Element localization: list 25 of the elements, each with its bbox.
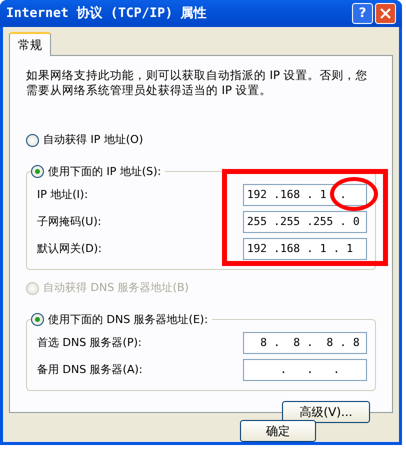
close-button[interactable] — [375, 3, 396, 24]
ip-address-field[interactable]: 192 .168 . 1 . — [243, 184, 367, 206]
close-icon — [380, 8, 391, 19]
radio-button[interactable] — [31, 313, 44, 326]
radio-label: 使用下面的 DNS 服务器地址(E): — [48, 312, 208, 328]
field-label: 默认网关(D): — [37, 240, 102, 257]
advanced-button[interactable]: 高级(V)... — [282, 401, 370, 423]
radio-label: 自动获得 IP 地址(O) — [43, 132, 144, 148]
field-label: 首选 DNS 服务器(P): — [37, 334, 142, 351]
window-title: Internet 协议 (TCP/IP) 属性 — [6, 4, 208, 23]
radio-label: 自动获得 DNS 服务器地址(B) — [43, 280, 189, 296]
ip-address-field[interactable]: . . . — [243, 359, 367, 381]
tab[interactable]: 常规 — [9, 32, 51, 56]
radio-button[interactable] — [31, 165, 44, 178]
radio-button[interactable] — [26, 134, 39, 147]
ip-address-field[interactable]: 8 . 8 . 8 . 8 — [243, 332, 367, 354]
ip-address-field[interactable]: 255 .255 .255 . 0 — [243, 211, 367, 233]
field-label: 子网掩码(U): — [37, 214, 102, 230]
ok-button[interactable]: 确定 — [240, 420, 316, 442]
field-label: IP 地址(I): — [37, 186, 88, 203]
description-text: 如果网络支持此功能，则可以获取自动指派的 IP 设置。否则，您需要从网络系统管理员处获得适当的 IP 设置。 — [26, 68, 369, 98]
field-label: 备用 DNS 服务器(A): — [37, 362, 142, 378]
help-button[interactable]: ? — [352, 3, 373, 24]
radio-label: 使用下面的 IP 地址(S): — [48, 164, 162, 180]
ip-address-field[interactable]: 192 .168 . 1 . 1 — [243, 238, 367, 260]
